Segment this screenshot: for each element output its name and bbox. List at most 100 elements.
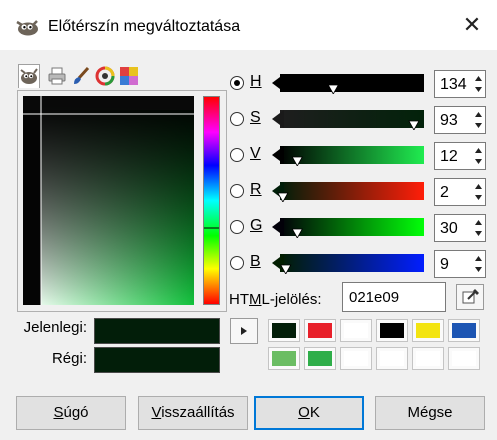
history-swatch-color xyxy=(452,351,476,366)
saturation-value-square[interactable] xyxy=(23,96,194,305)
history-swatch[interactable] xyxy=(340,319,372,342)
radio-r[interactable] xyxy=(230,184,244,198)
tab-cmyk-selector[interactable] xyxy=(46,64,68,88)
reset-label: Visszaállítás xyxy=(151,404,235,421)
close-button[interactable]: ✕ xyxy=(461,14,483,36)
channel-row-b: B 9 xyxy=(230,250,490,278)
history-swatch-color xyxy=(344,351,368,366)
spin-g[interactable]: 30 xyxy=(434,214,486,242)
channel-label-v: V xyxy=(250,145,261,162)
history-swatch-color xyxy=(416,323,440,338)
channel-row-s: S 93 xyxy=(230,106,490,134)
history-swatch[interactable] xyxy=(304,347,336,370)
eyedropper-icon xyxy=(462,289,479,304)
channel-row-h: H 134 xyxy=(230,70,490,98)
tab-watercolor-selector[interactable] xyxy=(70,64,92,88)
value-s: 93 xyxy=(440,112,458,129)
radio-g[interactable] xyxy=(230,220,244,234)
channel-label-r: R xyxy=(250,181,262,198)
color-dialog: Előtérszín megváltoztatása ✕ H 134 S 93 … xyxy=(0,0,497,440)
tab-gimp-selector[interactable] xyxy=(18,64,40,88)
slider-s[interactable] xyxy=(272,108,424,130)
value-b: 9 xyxy=(440,256,449,273)
channel-label-b: B xyxy=(250,253,261,270)
hex-value: 021e09 xyxy=(349,289,400,306)
gimp-wilber-icon xyxy=(16,20,38,36)
history-swatch-color xyxy=(308,323,332,338)
history-swatch[interactable] xyxy=(268,347,300,370)
value-r: 2 xyxy=(440,184,449,201)
history-swatch[interactable] xyxy=(376,319,408,342)
cancel-button[interactable]: Mégse xyxy=(375,396,485,430)
history-swatch-color xyxy=(380,351,404,366)
spin-arrows-icon[interactable] xyxy=(472,251,485,277)
old-color-swatch xyxy=(94,347,220,373)
watercolor-brush-icon xyxy=(74,66,90,84)
title-bar: Előtérszín megváltoztatása ✕ xyxy=(0,0,497,50)
history-swatch-color xyxy=(380,323,404,338)
radio-h[interactable] xyxy=(230,76,244,90)
ok-label: OK xyxy=(298,404,320,421)
spin-r[interactable]: 2 xyxy=(434,178,486,206)
history-swatch[interactable] xyxy=(340,347,372,370)
color-wheel-icon xyxy=(95,66,115,86)
history-swatch-color xyxy=(452,323,476,338)
reset-button[interactable]: Visszaállítás xyxy=(138,396,248,430)
spin-b[interactable]: 9 xyxy=(434,250,486,278)
radio-b[interactable] xyxy=(230,256,244,270)
slider-b[interactable] xyxy=(272,252,424,274)
help-label: Súgó xyxy=(53,404,89,421)
spin-arrows-icon[interactable] xyxy=(472,143,485,169)
history-swatch-color xyxy=(416,351,440,366)
channel-label-s: S xyxy=(250,109,261,126)
spin-s[interactable]: 93 xyxy=(434,106,486,134)
value-g: 30 xyxy=(440,220,458,237)
radio-v[interactable] xyxy=(230,148,244,162)
value-v: 12 xyxy=(440,148,458,165)
history-swatch[interactable] xyxy=(304,319,336,342)
ok-button[interactable]: OK xyxy=(254,396,364,430)
current-color-label: Jelenlegi: xyxy=(23,319,87,336)
gimp-wilber-icon xyxy=(20,68,38,84)
channel-row-r: R 2 xyxy=(230,178,490,206)
history-swatch[interactable] xyxy=(448,347,480,370)
value-h: 134 xyxy=(440,76,467,93)
history-swatch-color xyxy=(308,351,332,366)
tab-wheel-selector[interactable] xyxy=(94,64,116,88)
slider-r[interactable] xyxy=(272,180,424,202)
radio-s[interactable] xyxy=(230,112,244,126)
slider-g[interactable] xyxy=(272,216,424,238)
add-to-history-button[interactable] xyxy=(230,318,258,344)
help-button[interactable]: Súgó xyxy=(16,396,126,430)
spin-h[interactable]: 134 xyxy=(434,70,486,98)
color-selector-tabs xyxy=(18,64,198,90)
slider-v[interactable] xyxy=(272,144,424,166)
cancel-label: Mégse xyxy=(407,404,453,421)
hex-label: HTML-jelölés: xyxy=(229,291,322,308)
history-swatch-color xyxy=(272,351,296,366)
channel-label-h: H xyxy=(250,73,262,90)
tab-palette-selector[interactable] xyxy=(118,64,140,88)
palette-scales-icon xyxy=(120,67,138,85)
color-picker-area xyxy=(17,90,227,312)
hue-strip[interactable] xyxy=(203,96,220,305)
spin-arrows-icon[interactable] xyxy=(472,179,485,205)
history-swatch[interactable] xyxy=(376,347,408,370)
spin-v[interactable]: 12 xyxy=(434,142,486,170)
current-color-swatch xyxy=(94,318,220,344)
spin-arrows-icon[interactable] xyxy=(472,71,485,97)
spin-arrows-icon[interactable] xyxy=(472,107,485,133)
slider-h[interactable] xyxy=(272,72,424,94)
hex-input[interactable]: 021e09 xyxy=(342,282,446,312)
history-swatch[interactable] xyxy=(448,319,480,342)
channel-row-v: V 12 xyxy=(230,142,490,170)
history-swatch-color xyxy=(272,323,296,338)
cmyk-printer-icon xyxy=(48,67,66,85)
spin-arrows-icon[interactable] xyxy=(472,215,485,241)
color-picker-button[interactable] xyxy=(456,284,484,310)
history-swatch[interactable] xyxy=(268,319,300,342)
old-color-label: Régi: xyxy=(51,350,87,367)
history-swatch[interactable] xyxy=(412,347,444,370)
channel-label-g: G xyxy=(250,217,263,234)
history-swatch[interactable] xyxy=(412,319,444,342)
